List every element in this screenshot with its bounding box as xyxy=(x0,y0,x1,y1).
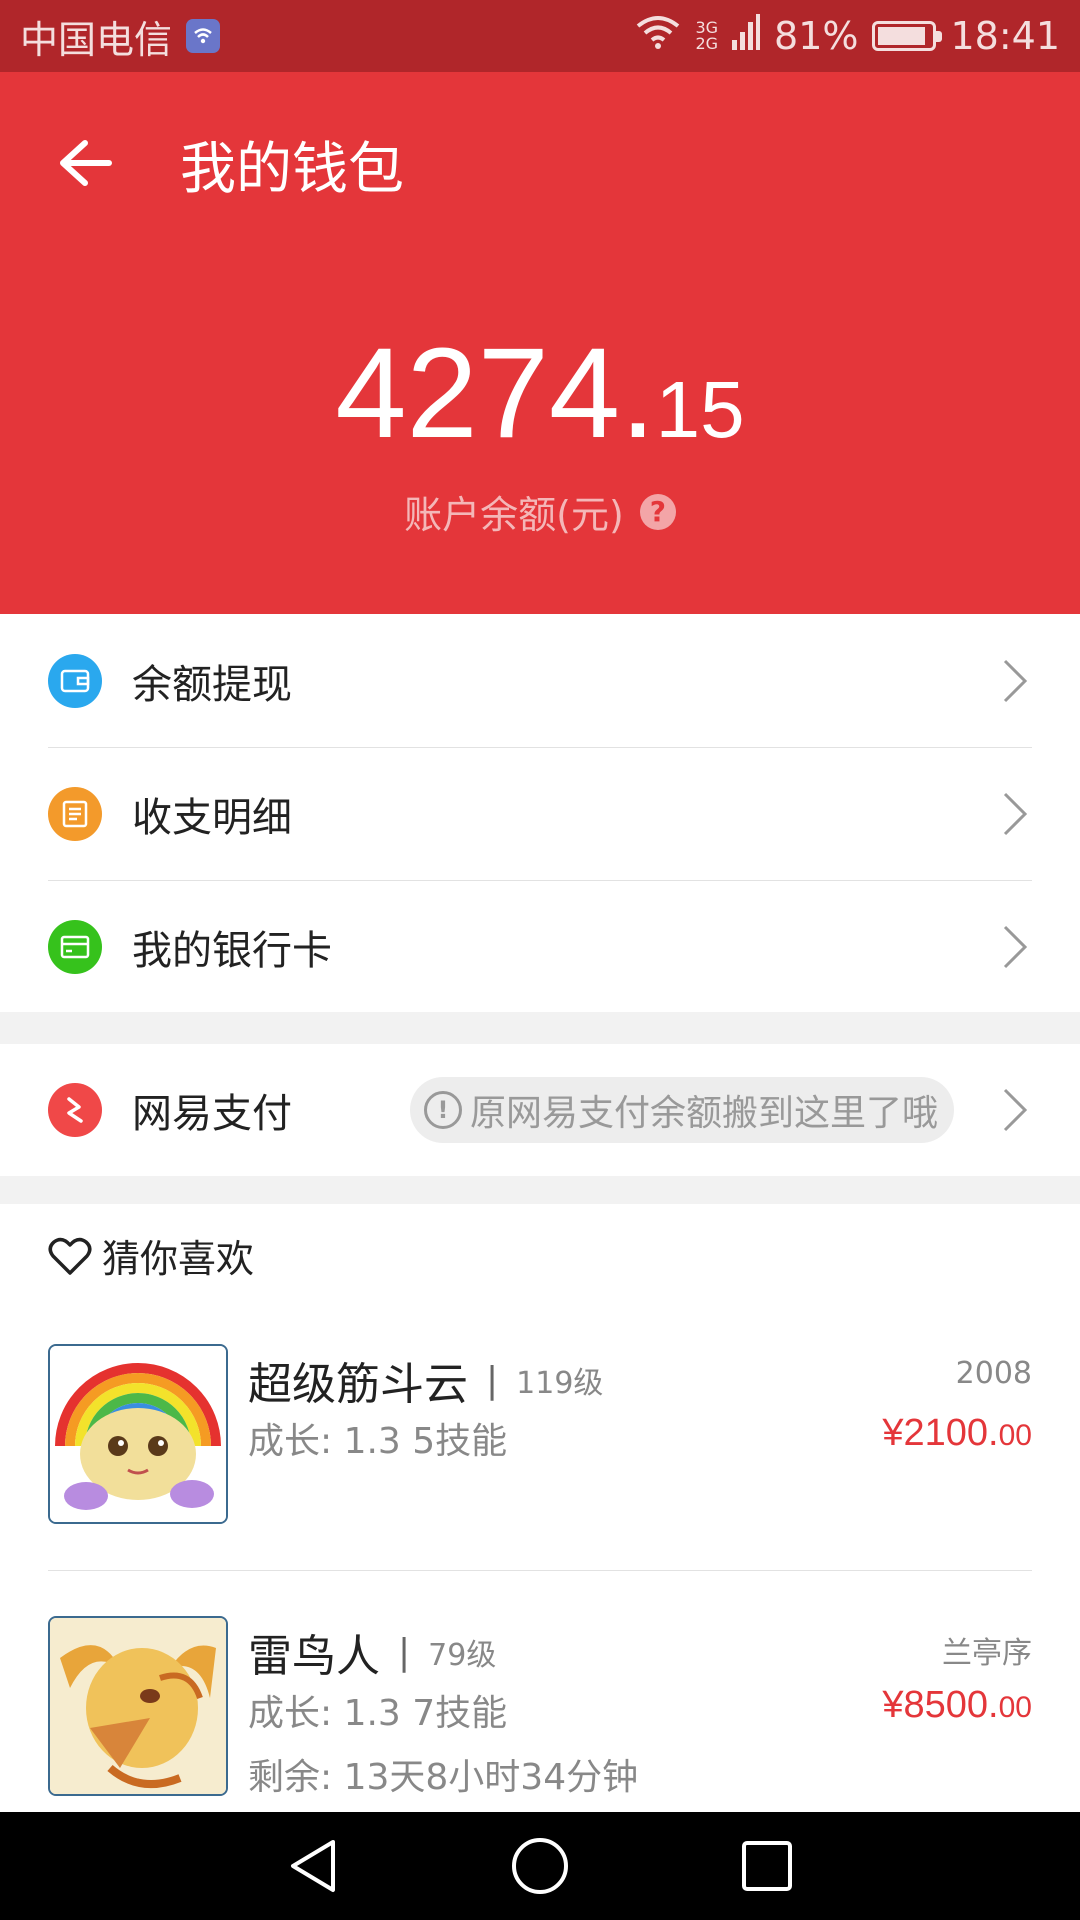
clock: 18:41 xyxy=(950,14,1060,58)
battery-level-fill xyxy=(878,27,926,45)
title-separator: | xyxy=(398,1631,411,1673)
product-card[interactable]: 超级筋斗云 | 119级 2008 成长: 1.3 5技能 ¥2100.00 xyxy=(48,1344,1032,1614)
recents-nav-icon[interactable] xyxy=(727,1826,807,1906)
product-remaining-time: 剩余: 13天8小时34分钟 xyxy=(248,1757,639,1798)
menu-item-label: 收支明细 xyxy=(132,794,292,841)
balance-label: 账户余额(元) xyxy=(404,493,624,537)
price-main: ¥8500. xyxy=(882,1684,999,1726)
menu-item-bank-cards[interactable]: 我的银行卡 xyxy=(0,880,1080,1013)
network-type-bottom: 2G xyxy=(695,34,719,53)
product-specs: 成长: 1.3 7技能 xyxy=(248,1693,508,1734)
balance-label-row: 账户余额(元) ? xyxy=(0,484,1080,539)
wallet-menu: 余额提现 收支明细 我的银行卡 xyxy=(0,614,1080,1012)
help-icon[interactable]: ? xyxy=(639,493,676,530)
wifi-icon xyxy=(635,14,681,59)
menu-item-withdraw[interactable]: 余额提现 xyxy=(0,614,1080,747)
price-main: ¥2100. xyxy=(882,1412,999,1454)
system-navigation-bar xyxy=(0,1812,1080,1920)
product-image-bird xyxy=(48,1616,228,1796)
product-level: 79级 xyxy=(428,1638,497,1673)
bank-card-icon xyxy=(48,919,102,974)
netease-pay-icon xyxy=(48,1083,102,1137)
heart-icon xyxy=(48,1237,92,1275)
wallet-icon xyxy=(48,653,102,708)
product-server: 2008 xyxy=(955,1356,1032,1391)
product-specs: 成长: 1.3 5技能 xyxy=(248,1421,508,1462)
price-cents: 00 xyxy=(998,1419,1032,1452)
alert-icon: ! xyxy=(423,1091,462,1129)
title-separator: | xyxy=(486,1359,499,1401)
network-type: 3G 2G xyxy=(695,20,718,52)
menu-item-transactions[interactable]: 收支明细 xyxy=(0,747,1080,880)
signal-icon xyxy=(732,12,761,61)
chevron-right-icon xyxy=(1002,1085,1032,1135)
home-nav-icon[interactable] xyxy=(500,1826,580,1906)
chevron-right-icon xyxy=(1002,789,1032,839)
menu-item-label: 余额提现 xyxy=(132,661,292,708)
netease-pay-row[interactable]: 网易支付 ! 原网易支付余额搬到这里了哦 xyxy=(0,1044,1080,1176)
product-name: 超级筋斗云 xyxy=(248,1359,468,1410)
battery-icon xyxy=(872,21,943,51)
back-button[interactable] xyxy=(50,128,120,198)
chevron-right-icon xyxy=(1002,656,1032,706)
product-server: 兰亭序 xyxy=(942,1636,1032,1671)
product-title-row: 雷鸟人 | 79级 xyxy=(248,1620,496,1684)
product-title-row: 超级筋斗云 | 119级 xyxy=(248,1348,603,1412)
balance-amount: 4274.15 xyxy=(0,330,1080,458)
menu-item-label: 我的银行卡 xyxy=(132,927,332,974)
product-image-cloud xyxy=(48,1344,228,1524)
balance-decimal: 15 xyxy=(655,365,745,454)
arrow-left-icon xyxy=(60,140,112,186)
chevron-right-icon xyxy=(1002,922,1032,972)
product-price: ¥8500.00 xyxy=(882,1684,1032,1727)
product-name: 雷鸟人 xyxy=(248,1631,380,1682)
back-nav-icon[interactable] xyxy=(273,1826,353,1906)
battery-percent: 81% xyxy=(774,14,859,58)
status-bar: 中国电信 3G 2G 81% 18:41 xyxy=(0,0,1080,72)
balance-integer: 4274. xyxy=(335,322,656,465)
page-title: 我的钱包 xyxy=(180,137,404,202)
recommendations-header: 猜你喜欢 xyxy=(48,1228,254,1283)
carrier-name: 中国电信 xyxy=(20,17,173,62)
product-divider xyxy=(48,1570,1032,1571)
recommendations-section: 猜你喜欢 超级筋斗云 | 119级 2008 成长: 1.3 5技能 ¥2100… xyxy=(0,1204,1080,1812)
migration-notice-text: 原网易支付余额搬到这里了哦 xyxy=(469,1093,938,1134)
hotspot-icon xyxy=(186,19,221,53)
wallet-header: 我的钱包 4274.15 账户余额(元) ? xyxy=(0,72,1080,614)
product-price: ¥2100.00 xyxy=(882,1412,1032,1455)
list-icon xyxy=(48,786,102,841)
netease-pay-label: 网易支付 xyxy=(132,1091,292,1137)
migration-notice: ! 原网易支付余额搬到这里了哦 xyxy=(409,1077,954,1143)
product-level: 119级 xyxy=(516,1366,604,1401)
price-cents: 00 xyxy=(998,1691,1032,1724)
recommendations-title: 猜你喜欢 xyxy=(102,1237,255,1281)
